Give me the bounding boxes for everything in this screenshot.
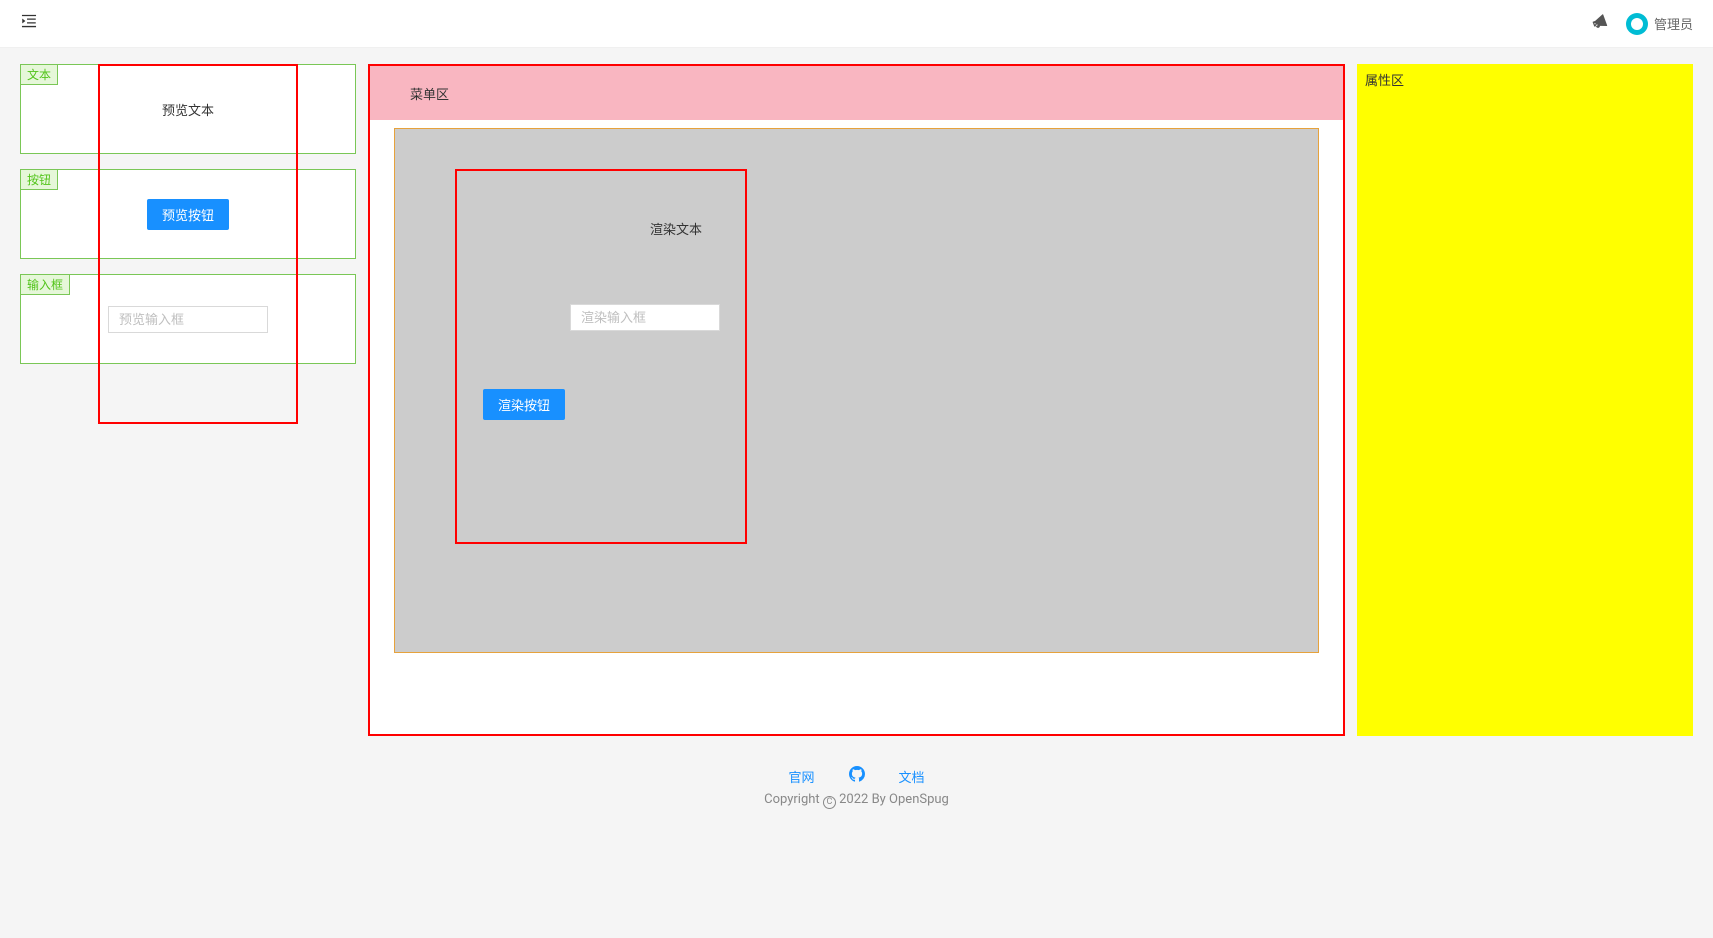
user-menu[interactable]: 管理员 xyxy=(1626,13,1693,35)
component-text[interactable]: 文本 预览文本 xyxy=(20,64,356,154)
footer: 官网 文档 Copyright C 2022 By OpenSpug xyxy=(0,752,1713,827)
rendered-button[interactable]: 渲染按钮 xyxy=(483,389,565,420)
editor-menu-bar: 菜单区 xyxy=(370,66,1343,120)
component-button[interactable]: 按钮 预览按钮 xyxy=(20,169,356,259)
component-palette: 文本 预览文本 按钮 预览按钮 输入框 xyxy=(20,64,356,736)
footer-link-site[interactable]: 官网 xyxy=(788,767,814,786)
editor-area: 菜单区 渲染文本 渲染按钮 xyxy=(368,64,1345,736)
header-right: 管理员 xyxy=(1592,13,1693,35)
component-tag: 按钮 xyxy=(20,169,58,190)
preview-input[interactable] xyxy=(108,306,268,333)
preview-text-label: 预览文本 xyxy=(162,100,214,119)
component-input[interactable]: 输入框 xyxy=(20,274,356,364)
component-tag: 输入框 xyxy=(20,274,70,295)
properties-title: 属性区 xyxy=(1365,74,1404,89)
selection-outline xyxy=(455,169,747,544)
canvas-wrap: 渲染文本 渲染按钮 xyxy=(370,120,1343,677)
footer-links: 官网 文档 xyxy=(0,766,1713,786)
app-header: 管理员 xyxy=(0,0,1713,48)
avatar xyxy=(1626,13,1648,35)
footer-link-docs[interactable]: 文档 xyxy=(899,767,925,786)
rendered-input[interactable] xyxy=(570,304,720,331)
menu-bar-label: 菜单区 xyxy=(410,84,449,103)
user-name: 管理员 xyxy=(1654,14,1693,33)
component-tag: 文本 xyxy=(20,64,58,85)
copyright-icon: C xyxy=(823,796,836,809)
notification-icon[interactable] xyxy=(1589,11,1611,35)
header-left xyxy=(20,12,38,35)
canvas[interactable]: 渲染文本 渲染按钮 xyxy=(394,128,1319,653)
preview-button[interactable]: 预览按钮 xyxy=(147,199,229,230)
main-content: 文本 预览文本 按钮 预览按钮 输入框 菜单区 渲染文本 渲染按钮 属性区 xyxy=(0,48,1713,752)
github-icon[interactable] xyxy=(849,766,865,786)
copyright: Copyright C 2022 By OpenSpug xyxy=(0,792,1713,809)
rendered-text[interactable]: 渲染文本 xyxy=(650,219,702,238)
properties-panel: 属性区 xyxy=(1357,64,1693,736)
menu-toggle-icon[interactable] xyxy=(20,12,38,35)
